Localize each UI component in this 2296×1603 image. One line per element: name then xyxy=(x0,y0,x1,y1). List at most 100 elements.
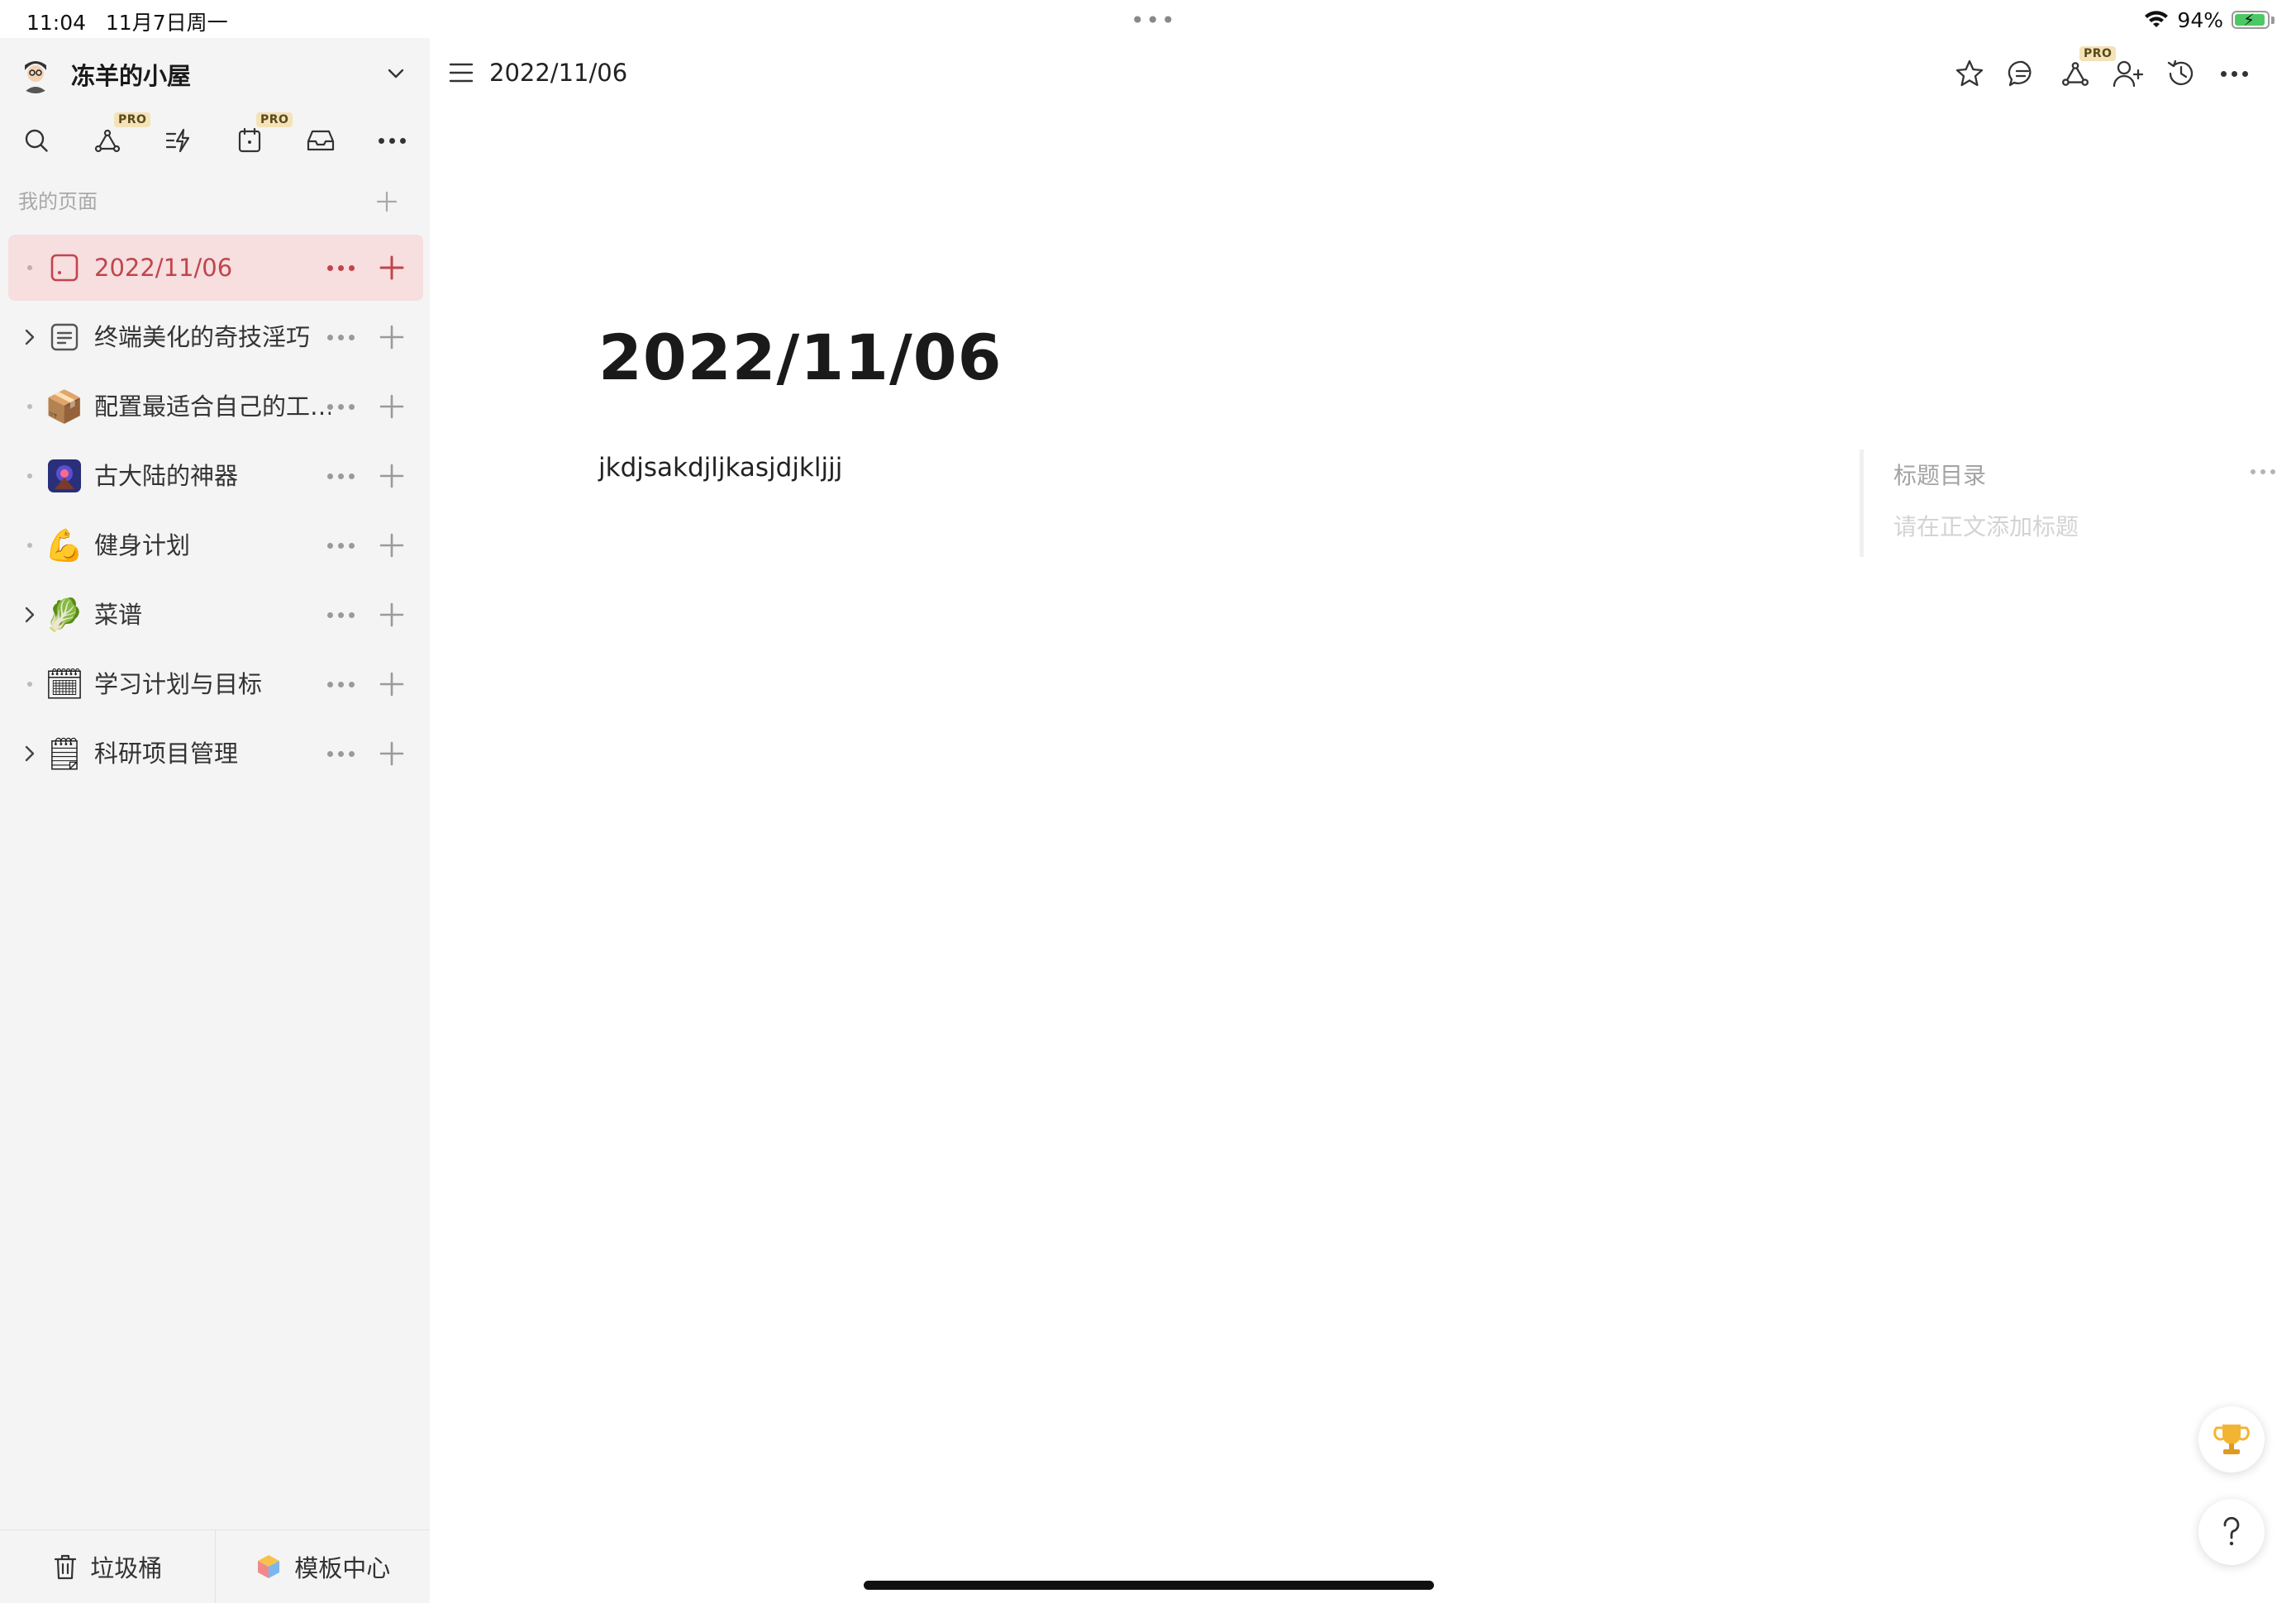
search-icon xyxy=(25,129,48,152)
bullet-icon xyxy=(17,532,43,559)
achievements-button[interactable] xyxy=(2198,1406,2265,1472)
sidebar-more-button[interactable] xyxy=(369,117,415,164)
toggle-sidebar-button[interactable] xyxy=(445,56,478,89)
page-label: 健身计划 xyxy=(94,531,191,559)
page-more-button[interactable] xyxy=(316,529,365,562)
page-add-child-button[interactable] xyxy=(367,598,417,631)
more-icon xyxy=(326,750,355,757)
page-more-button[interactable] xyxy=(316,321,365,354)
page-add-child-button[interactable] xyxy=(367,321,417,354)
page-add-child-button[interactable] xyxy=(367,390,417,423)
plus-icon xyxy=(379,602,404,627)
page-add-child-button[interactable] xyxy=(367,251,417,284)
pro-badge: PRO xyxy=(256,112,293,127)
page-add-child-button[interactable] xyxy=(367,668,417,701)
page-icon xyxy=(46,250,83,286)
page-more-button[interactable] xyxy=(316,668,365,701)
page-more-button[interactable] xyxy=(316,390,365,423)
chevron-down-icon[interactable] xyxy=(385,63,407,88)
graph-button[interactable]: PRO xyxy=(84,112,151,164)
question-mark-icon xyxy=(2223,1516,2240,1546)
plus-icon xyxy=(379,325,404,350)
document-title[interactable]: 2022/11/06 xyxy=(598,321,1003,394)
section-my-pages: 我的页面 xyxy=(18,185,415,218)
invite-collaborator-button[interactable] xyxy=(2108,53,2149,94)
graph-view-button[interactable]: PRO xyxy=(2055,46,2117,94)
comments-button[interactable] xyxy=(2002,53,2043,94)
sidebar-footer: 垃圾桶 模板中心 xyxy=(0,1529,430,1603)
page-add-child-button[interactable] xyxy=(367,529,417,562)
workspace-name: 冻羊的小屋 xyxy=(71,62,192,90)
toc-title: 标题目录 xyxy=(1893,462,1987,489)
workspace-switcher[interactable]: 冻羊的小屋 xyxy=(17,50,413,99)
trash-button[interactable]: 垃圾桶 xyxy=(0,1530,215,1603)
add-user-icon xyxy=(2113,60,2144,88)
page-item[interactable]: 2022/11/06 xyxy=(8,235,423,301)
graph-icon xyxy=(94,129,121,153)
more-icon xyxy=(326,611,355,618)
status-bar: 11:04 11月7日周一 ••• 94% ⚡ xyxy=(0,0,2296,38)
document-actions: PRO xyxy=(1949,46,2296,94)
page-add-child-button[interactable] xyxy=(367,459,417,492)
more-icon xyxy=(326,473,355,479)
add-page-button[interactable] xyxy=(370,185,403,218)
history-icon xyxy=(2167,59,2194,86)
graph-icon xyxy=(2062,62,2089,86)
search-button[interactable] xyxy=(13,117,60,164)
trash-label: 垃圾桶 xyxy=(90,1554,163,1582)
inbox-icon xyxy=(307,130,335,151)
calendar-button[interactable]: PRO xyxy=(226,112,293,164)
template-center-label: 模板中心 xyxy=(294,1554,391,1582)
cube-icon xyxy=(258,1555,280,1578)
trash-icon xyxy=(55,1554,77,1580)
flexed-biceps-emoji: 💪 xyxy=(45,527,84,564)
more-icon xyxy=(326,403,355,410)
chevron-right-icon[interactable] xyxy=(17,602,43,628)
bullet-icon xyxy=(17,463,43,489)
page-item[interactable]: 古大陆的神器 xyxy=(8,443,423,509)
home-indicator[interactable] xyxy=(864,1581,1434,1590)
page-more-button[interactable] xyxy=(316,251,365,284)
page-more-button[interactable] xyxy=(316,459,365,492)
document-more-button[interactable] xyxy=(2213,53,2255,94)
favorite-button[interactable] xyxy=(1949,53,1990,94)
page-item[interactable]: 📦 配置最适合自己的工… xyxy=(8,373,423,440)
quick-actions-button[interactable] xyxy=(155,117,202,164)
star-icon xyxy=(1955,59,1984,87)
calendar-emoji: 🗓 xyxy=(44,666,85,702)
bullet-icon xyxy=(17,671,43,697)
chevron-right-icon[interactable] xyxy=(17,740,43,767)
page-more-button[interactable] xyxy=(316,737,365,770)
template-center-button[interactable]: 模板中心 xyxy=(214,1530,431,1603)
notepad-emoji: 🗒 xyxy=(44,735,85,772)
chevron-right-icon[interactable] xyxy=(17,324,43,350)
plus-icon xyxy=(379,255,404,280)
document-body[interactable]: jkdjsakdjljkasjdjkljjj xyxy=(598,453,842,483)
sidebar: 冻羊的小屋 PRO PRO 我的页面 2022/11/06 终端美化的奇技淫巧 … xyxy=(0,38,430,1603)
inbox-button[interactable] xyxy=(298,117,344,164)
calendar-icon xyxy=(238,127,261,153)
bullet-icon xyxy=(17,393,43,420)
help-button[interactable] xyxy=(2198,1499,2265,1565)
breadcrumb[interactable]: 2022/11/06 xyxy=(489,56,627,89)
wifi-icon xyxy=(2144,10,2169,30)
history-button[interactable] xyxy=(2160,53,2202,94)
page-item[interactable]: 🥬 菜谱 xyxy=(8,582,423,648)
trophy-icon xyxy=(2213,1425,2250,1454)
workspace-avatar xyxy=(17,55,55,93)
page-item[interactable]: 🗒 科研项目管理 xyxy=(8,721,423,787)
multitasking-dots-icon[interactable]: ••• xyxy=(1131,7,1177,34)
page-item[interactable]: 终端美化的奇技淫巧 xyxy=(8,304,423,370)
more-icon xyxy=(2220,70,2248,77)
status-time: 11:04 11月7日周一 xyxy=(26,7,228,36)
page-more-button[interactable] xyxy=(316,598,365,631)
page-item[interactable]: 🗓 学习计划与目标 xyxy=(8,651,423,717)
page-label: 配置最适合自己的工… xyxy=(94,392,331,421)
page-add-child-button[interactable] xyxy=(367,737,417,770)
page-item[interactable]: 💪 健身计划 xyxy=(8,512,423,578)
more-icon xyxy=(2251,469,2275,474)
plus-icon xyxy=(379,533,404,558)
page-label: 学习计划与目标 xyxy=(94,670,263,698)
section-label: 我的页面 xyxy=(18,190,98,213)
toc-more-button[interactable] xyxy=(2242,459,2284,484)
